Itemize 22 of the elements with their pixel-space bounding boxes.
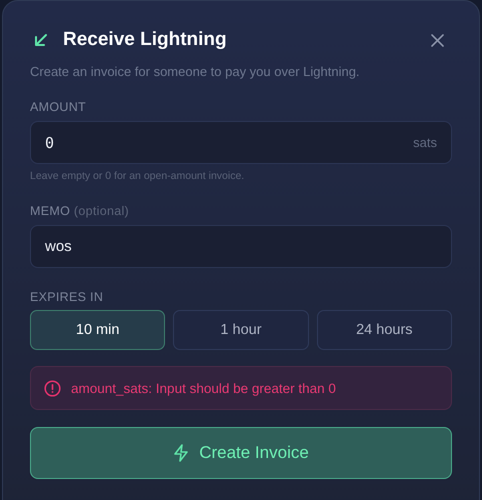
amount-value: 0 <box>45 134 56 152</box>
lightning-icon <box>173 444 190 462</box>
arrow-down-left-icon <box>33 32 49 48</box>
memo-value: wos <box>45 238 73 255</box>
expiry-option[interactable]: 1 hour <box>173 310 309 350</box>
amount-field[interactable]: 0 sats <box>30 121 452 164</box>
expiry-option[interactable]: 24 hours <box>316 310 452 350</box>
alert-icon <box>44 380 61 396</box>
unit-label: sats <box>413 135 437 150</box>
amount-hint: Leave empty or 0 for an open-amount invoice. <box>30 170 246 182</box>
error-message: amount_sats: Input should be greater than 0 <box>71 380 336 396</box>
close-button[interactable] <box>429 32 446 48</box>
expiry-option[interactable]: 10 min <box>30 310 166 350</box>
close-icon <box>431 34 444 46</box>
amount-label: AMOUNT <box>30 100 86 114</box>
optional-note: (optional) <box>74 204 129 218</box>
dialog-subtitle: Create an invoice for someone to pay you over Lightning. <box>30 64 361 79</box>
memo-field[interactable]: wos <box>30 225 452 268</box>
expires-label: EXPIRES IN <box>30 290 104 304</box>
create-invoice-button[interactable]: Create Invoice <box>30 427 452 479</box>
dialog-title: Receive Lightning <box>63 29 228 51</box>
memo-label: MEMO <box>30 204 70 218</box>
